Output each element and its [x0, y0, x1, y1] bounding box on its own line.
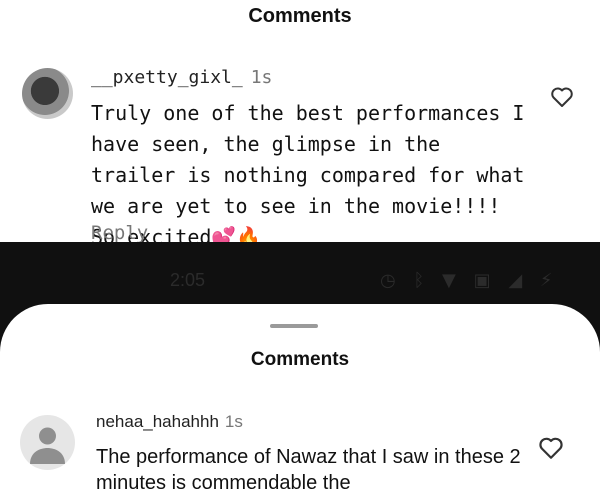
heart-icon[interactable] [550, 86, 574, 108]
comments-panel-top: Comments __pxetty_gixl_ 1s Truly one of t… [0, 0, 600, 242]
comment-text: Truly one of the best performances I hav… [91, 101, 525, 242]
status-icons: ◷ ᛒ ▼ ▣ ◢ ⚡ [380, 270, 559, 291]
heart-icon[interactable] [538, 436, 564, 460]
comment-username[interactable]: __pxetty_gixl_ [91, 67, 243, 88]
comment-text: The performance of Nawaz that I saw in t… [96, 446, 521, 494]
drag-handle[interactable] [270, 324, 318, 328]
alarm-icon: ◷ [380, 270, 402, 291]
comment-header: nehaa_hahahhh 1s [96, 412, 243, 432]
wifi-icon: ▼ [442, 270, 462, 291]
default-avatar-icon [30, 427, 65, 464]
hotspot-icon: ▣ [473, 270, 497, 291]
avatar[interactable] [22, 68, 73, 119]
comment-time: 1s [250, 67, 273, 88]
battery-icon: ⚡ [539, 270, 559, 291]
comments-title: Comments [250, 349, 350, 370]
bluetooth-icon: ᛒ [413, 270, 431, 291]
comments-title: Comments [248, 5, 352, 27]
status-time: 2:05 [170, 270, 206, 290]
reply-button[interactable]: Reply [91, 222, 148, 242]
comment-username[interactable]: nehaa_hahahhh [96, 412, 219, 431]
comment-header: __pxetty_gixl_ 1s [91, 67, 272, 88]
comment-time: 1s [224, 412, 243, 431]
signal-icon: ◢ [508, 270, 529, 291]
avatar[interactable] [20, 415, 75, 470]
